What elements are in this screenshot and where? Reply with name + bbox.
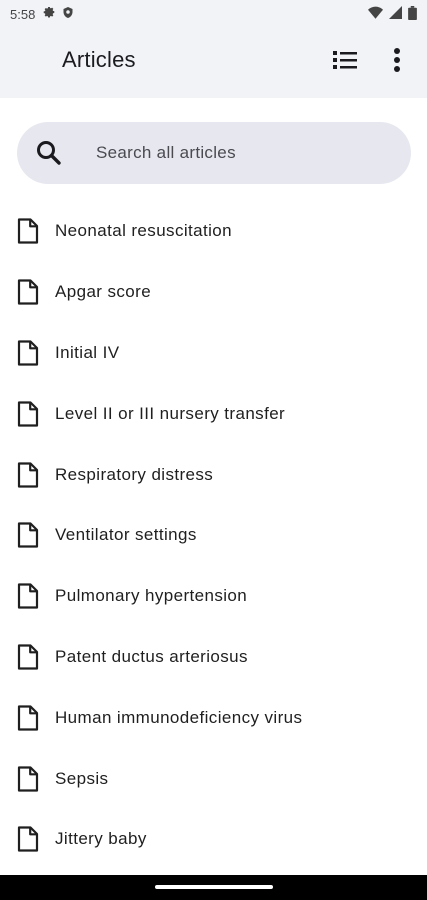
article-label: Apgar score <box>55 282 152 302</box>
document-icon <box>17 279 39 305</box>
cellular-signal-icon <box>389 6 402 22</box>
gear-icon <box>43 6 56 22</box>
list-item[interactable]: Initial IV <box>0 323 427 384</box>
list-item[interactable]: Ventilator settings <box>0 505 427 566</box>
status-bar: 5:58 <box>0 0 427 28</box>
document-icon <box>17 705 39 731</box>
list-item[interactable]: Respiratory distress <box>0 444 427 505</box>
search-icon <box>35 139 63 167</box>
shield-icon <box>62 6 74 22</box>
article-label: Sepsis <box>55 768 109 788</box>
wifi-icon <box>368 6 383 22</box>
list-item[interactable]: Apgar score <box>0 262 427 323</box>
list-item[interactable]: Neonatal resuscitation <box>0 201 427 262</box>
document-icon <box>17 826 39 852</box>
article-list: Neonatal resuscitation Apgar score Initial… <box>0 201 427 870</box>
document-icon <box>17 522 39 548</box>
document-icon <box>17 401 39 427</box>
article-label: Neonatal resuscitation <box>55 221 233 241</box>
list-item[interactable]: Sepsis <box>0 748 427 809</box>
article-label: Pulmonary hypertension <box>55 586 248 606</box>
list-item[interactable]: Patent ductus arteriosus <box>0 627 427 688</box>
article-label: Jittery baby <box>55 829 147 849</box>
document-icon <box>17 461 39 488</box>
more-vert-icon[interactable] <box>381 44 413 76</box>
list-view-icon[interactable] <box>329 44 361 76</box>
navigation-bar <box>0 875 427 900</box>
document-icon <box>17 644 39 670</box>
document-icon <box>17 765 39 792</box>
article-label: Ventilator settings <box>55 525 197 545</box>
home-handle[interactable] <box>155 885 273 889</box>
search-input[interactable]: Search all articles <box>17 122 411 184</box>
page-title: Articles <box>62 47 136 72</box>
article-label: Patent ductus arteriosus <box>55 646 248 666</box>
list-item[interactable]: Human immunodeficiency virus <box>0 687 427 748</box>
list-item[interactable]: Pulmonary hypertension <box>0 566 427 627</box>
document-icon <box>17 583 39 609</box>
list-item[interactable]: Jittery baby <box>0 809 427 870</box>
article-label: Respiratory distress <box>55 464 214 484</box>
search-placeholder: Search all articles <box>96 143 236 162</box>
article-label: Initial IV <box>55 342 120 362</box>
list-item[interactable]: Level II or III nursery transfer <box>0 383 427 444</box>
app-bar: Articles <box>0 28 427 98</box>
battery-icon <box>408 5 417 23</box>
article-label: Level II or III nursery transfer <box>55 403 286 423</box>
article-label: Human immunodeficiency virus <box>55 707 303 727</box>
document-icon <box>17 340 39 366</box>
status-time: 5:58 <box>10 6 36 22</box>
document-icon <box>17 218 39 244</box>
